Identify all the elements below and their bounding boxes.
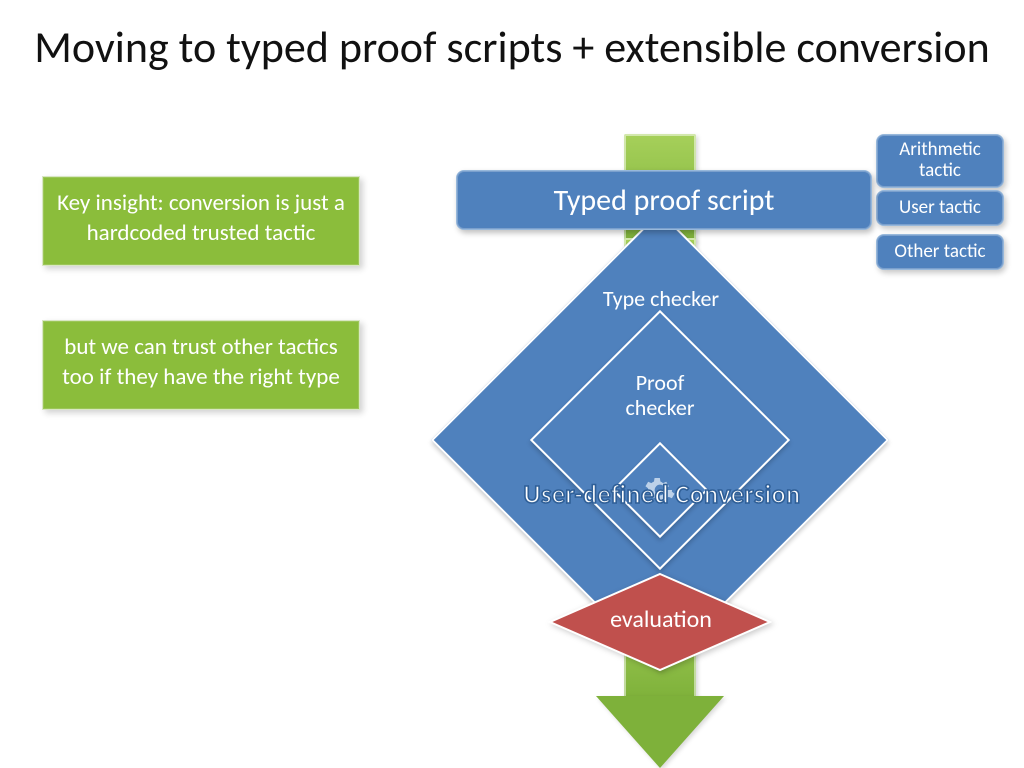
node-type-checker-label: Type checker [556,286,766,311]
slide-title: Moving to typed proof scripts + extensib… [0,22,1024,73]
node-typed-proof-script: Typed proof script [456,170,872,230]
label-user-defined-conversion: User-defined Conversion [472,478,852,510]
callout-key-insight: Key insight: conversion is just a hardco… [42,176,360,266]
node-arithmetic-tactic: Arithmetic tactic [876,134,1004,188]
callout-trust: but we can trust other tactics too if th… [42,320,360,410]
node-evaluation-label: evaluation [556,606,766,634]
node-proof-checker-label: Proof checker [600,370,720,421]
node-user-tactic: User tactic [876,190,1004,226]
flow-arrow-head-icon [596,696,724,768]
node-other-tactic: Other tactic [876,234,1004,270]
